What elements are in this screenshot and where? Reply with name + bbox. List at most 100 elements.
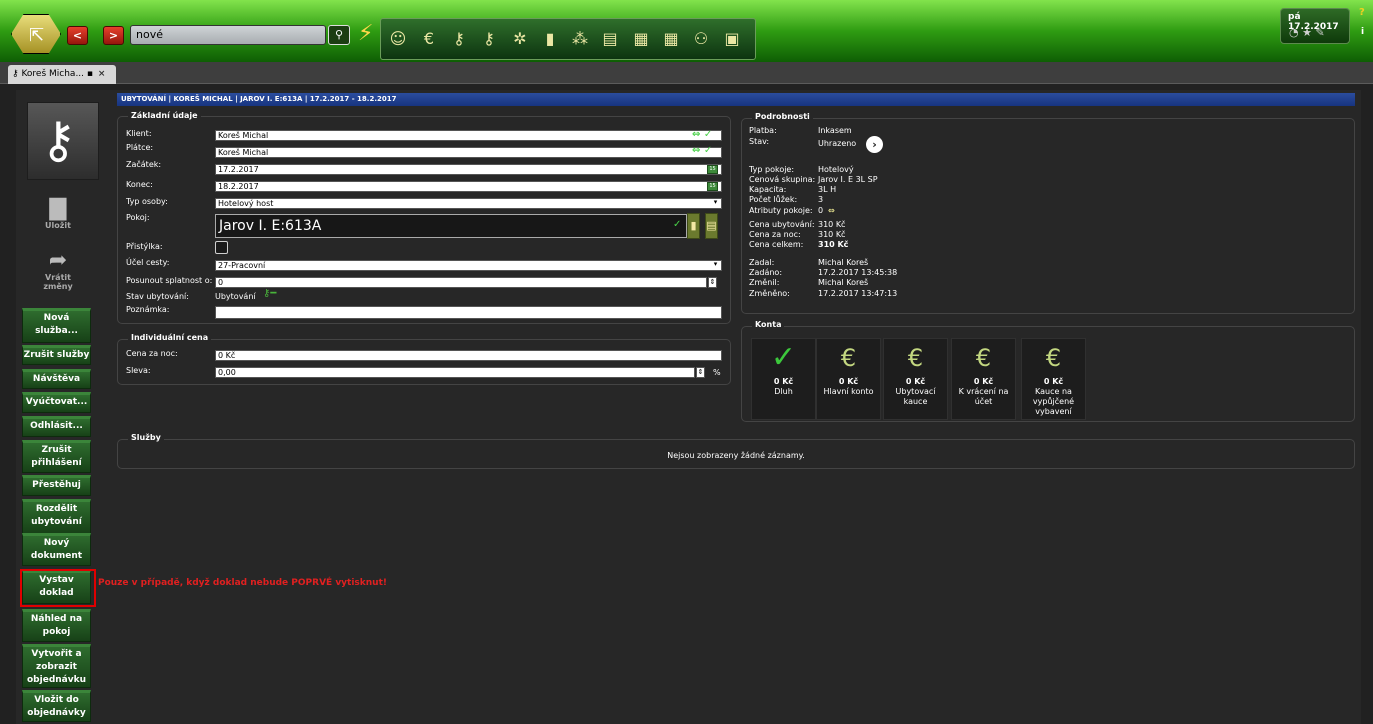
key-multi-icon[interactable]: ✲ [507,24,533,54]
revert-button[interactable]: ➦ Vrátit změny [21,248,95,291]
discount-input[interactable]: 0,00 [215,367,695,378]
chevron-down-icon[interactable]: ▾ [711,260,720,271]
euro-icon: € [907,344,924,372]
button-label: služba... [35,326,78,336]
door-card-icon: ▤ [706,219,717,232]
app-logo[interactable]: ⇱ [11,14,61,54]
cancel-services-button[interactable]: Zrušit služby [22,345,91,365]
search-button[interactable]: ⚲ [328,25,350,45]
button-label: Zrušit služby [23,350,90,360]
help-icon[interactable]: ? [1359,7,1365,18]
link-icon[interactable]: ⇔ [828,206,835,215]
bill-button[interactable]: Vyúčtovat... [22,392,91,413]
save-button[interactable]: ▇ Uložit [21,196,95,230]
chevron-down-icon[interactable]: ▾ [711,198,720,209]
account-label: Ubytovací [895,387,936,396]
new-service-button[interactable]: Nová služba... [22,308,91,343]
note-label: Poznámka: [126,305,170,314]
detail-label: Zadal: [749,258,775,267]
room-card-button[interactable]: ▤ [705,213,718,239]
lightning-icon[interactable]: ⚡ [358,21,373,46]
move-button[interactable]: Přestěhuj [22,475,91,496]
checkout-button[interactable]: Odhlásit... [22,416,91,437]
button-label: Návštěva [32,374,81,384]
button-label: Rozdělit [35,504,78,514]
cancel-checkin-button[interactable]: Zrušit přihlášení [22,440,91,473]
info-icon[interactable]: i [1361,27,1364,37]
visit-button[interactable]: Návštěva [22,369,91,389]
payer-label: Plátce: [126,143,154,152]
account-refund[interactable]: €0 Kč K vrácení na účet [951,338,1016,420]
money-icon[interactable]: € [416,24,442,54]
search-input[interactable]: nové [130,25,326,45]
create-order-button[interactable]: Vytvořit a zobrazit objednávku [22,644,91,688]
stepper-icon[interactable]: ⇕ [708,277,717,288]
account-deposit[interactable]: €0 Kč Ubytovací kauce [883,338,948,420]
button-label: objednávky [27,708,86,718]
button-label: pokoj [42,627,71,637]
account-equipment-deposit[interactable]: €0 Kč Kauce na vypůjčené vybavení [1021,338,1086,420]
account-value: 0 Kč [973,377,994,386]
link-check-icon[interactable]: ⇔ ✓ [692,129,712,140]
tab-reservation[interactable]: ⚷ Koreš Micha... ▪ × [8,65,116,84]
green-key-icon: ⚷━ [263,288,277,299]
cursor-icon: ⇱ [29,25,45,46]
start-label: Začátek: [126,160,162,169]
detail-label: Cena za noc: [749,230,801,239]
account-main[interactable]: €0 Kč Hlavní konto [816,338,881,420]
detail-label: Změnil: [749,278,780,287]
key-icon[interactable]: ⚷ [476,24,502,54]
key-icon[interactable]: ⚷ [446,24,472,54]
back-button[interactable]: < [67,26,88,45]
payer-field[interactable]: Koreš Michal [215,147,722,158]
euro-icon: € [1045,344,1062,372]
button-label: Vytvořit a [31,649,82,659]
account-debt[interactable]: ✓ 0 Kč Dluh [751,338,816,420]
end-date-field[interactable]: 18.2.2017 [215,181,722,192]
account-label: vypůjčené [1032,397,1075,406]
client-label: Klient: [126,129,152,138]
client-field[interactable]: Koreš Michal [215,130,722,141]
door-icon[interactable]: ▮ [537,24,563,54]
link-check-icon[interactable]: ⇔ ✓ [692,145,712,156]
close-icon[interactable]: × [98,69,106,79]
guest-type-select[interactable]: Hotelový host [215,198,722,209]
percent-unit: % [713,368,721,377]
stepper-icon[interactable]: ⇕ [696,367,705,378]
euro-icon: € [975,344,992,372]
detail-label: Počet lůžek: [749,195,798,204]
detail-label: Typ pokoje: [749,165,795,174]
date-widget[interactable]: pá 17.2.2017 ◔ ★ ✎ [1280,8,1350,44]
start-date-field[interactable]: 17.2.2017 [215,164,722,175]
extra-bed-checkbox[interactable] [215,241,228,254]
people-ab-icon[interactable]: ⚇ [688,24,714,54]
forward-button[interactable]: > [103,26,124,45]
account-value: 0 Kč [773,377,794,386]
revert-label: Vrátit [45,273,71,282]
presentation-icon[interactable]: ▣ [719,24,745,54]
arrow-right-icon[interactable]: › [866,136,883,153]
due-shift-label: Posunout splatnost o: [126,276,213,285]
due-shift-input[interactable]: 0 [215,277,707,288]
guest-icon[interactable]: ☺ [385,24,411,54]
new-document-button[interactable]: Nový dokument [22,533,91,566]
insert-into-order-button[interactable]: Vložit do objednávky [22,690,91,722]
door-card-icon[interactable]: ▤ [597,24,623,54]
button-label: zobrazit [35,662,77,672]
room-door-button[interactable]: ▮ [687,213,700,239]
group-icon[interactable]: ⁂ [567,24,593,54]
calendar-icon[interactable]: 15 [707,165,718,174]
room-preview-button[interactable]: Náhled na pokoj [22,609,91,642]
building-icon[interactable]: ▦ [658,24,684,54]
individual-price-section [117,339,731,385]
calendar-icon[interactable]: 15 [707,182,718,191]
button-label: objednávku [27,675,86,685]
purpose-select[interactable]: 27-Pracovní [215,260,722,271]
split-stay-button[interactable]: Rozdělit ubytování [22,499,91,534]
room-field[interactable]: Jarov I. E:613A [215,214,687,238]
end-label: Konec: [126,180,153,189]
price-per-night-input[interactable]: 0 Kč [215,350,722,361]
note-field[interactable] [215,306,722,319]
building-icon[interactable]: ▦ [628,24,654,54]
detail-label: Cena celkem: [749,240,804,249]
